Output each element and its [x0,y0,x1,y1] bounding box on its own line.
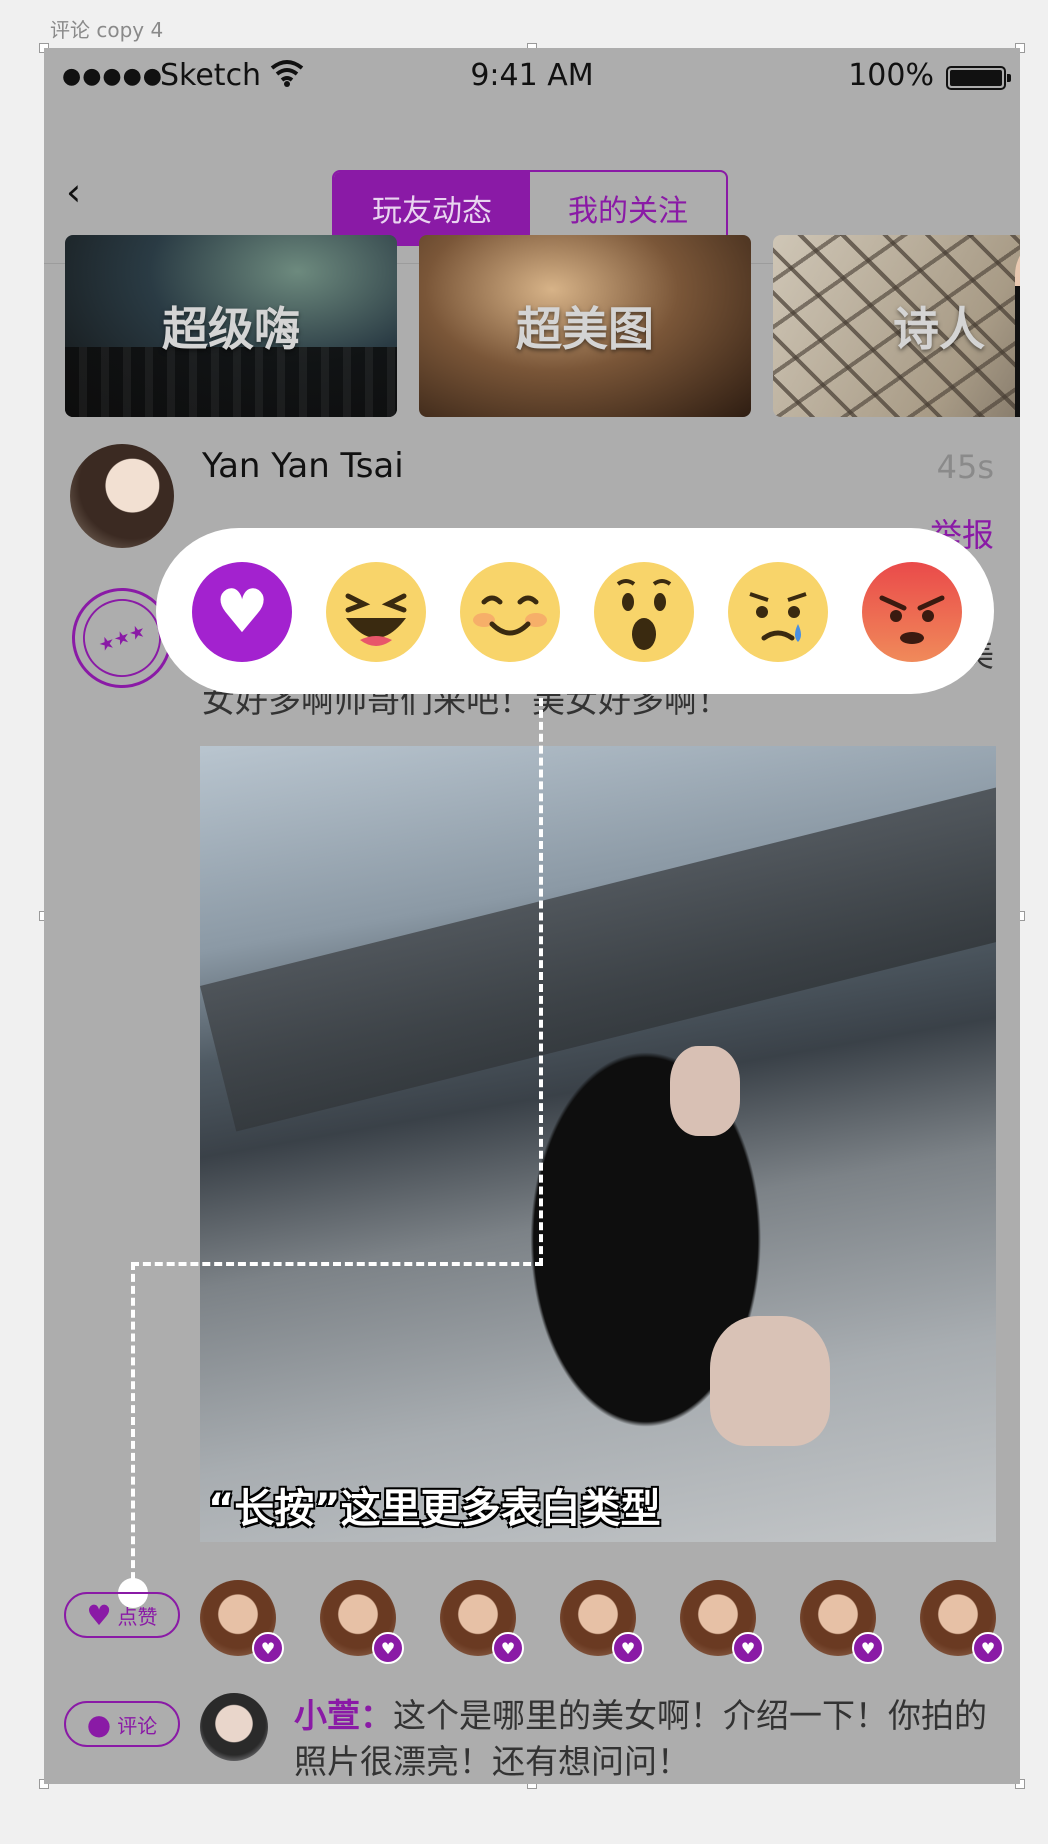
photo-caption: “长按”这里更多表白类型 [208,1486,661,1532]
comment-body: 这个是哪里的美女啊！介绍一下！你拍的照片很漂亮！还有想问问！ [294,1696,987,1781]
tab-friends-feed[interactable]: 玩友动态 [334,172,530,244]
reaction-picker: ♥ [156,528,994,694]
liker-avatar[interactable]: ♥ [800,1580,884,1664]
status-bar: ●●●●● Sketch 9:41 AM 100% [44,48,1020,108]
guide-line [131,1262,135,1592]
heart-icon: ♥ [86,1598,112,1632]
angry-reaction-icon[interactable] [862,562,962,662]
back-chevron-icon[interactable]: ‹ [66,172,106,212]
heart-badge-icon: ♥ [372,1632,404,1664]
topic-card-label: 诗人 [893,302,985,356]
sad-reaction-icon[interactable] [728,562,828,662]
heart-badge-icon: ♥ [612,1632,644,1664]
liker-avatar[interactable]: ♥ [680,1580,764,1664]
comment-label: 评论 [117,1713,158,1738]
tab-following[interactable]: 我的关注 [530,172,726,244]
heart-icon: ♥ [215,577,269,647]
heart-badge-icon: ♥ [492,1632,524,1664]
photo-legs-shape [710,1316,830,1446]
guide-line [539,698,543,1266]
battery-percent: 100% [848,58,934,93]
liker-avatar[interactable]: ♥ [560,1580,644,1664]
topic-card-label: 超级嗨 [162,302,300,356]
comment-button[interactable]: ● 评论 [64,1701,180,1747]
phone-screen: ●●●●● Sketch 9:41 AM 100% ‹ 玩友动态 我的关注 超级… [44,48,1020,1784]
heart-badge-icon: ♥ [852,1632,884,1664]
laughing-reaction-icon[interactable] [326,562,426,662]
guide-line [131,1262,543,1266]
post-author-name[interactable]: Yan Yan Tsai [202,446,404,486]
post-author-avatar[interactable] [70,444,174,548]
battery-icon [946,66,1011,90]
photo-wall-shape [200,774,996,1132]
liker-avatar[interactable]: ♥ [200,1580,284,1664]
topic-card-label: 超美图 [516,302,654,356]
topic-card-photo[interactable]: 超美图 [419,235,751,417]
heart-badge-icon: ♥ [252,1632,284,1664]
liker-avatar[interactable]: ♥ [440,1580,524,1664]
liker-avatar[interactable]: ♥ [320,1580,404,1664]
topic-carousel: 超级嗨 超美图 诗人 [65,235,1020,417]
heart-badge-icon: ♥ [972,1632,1004,1664]
sad-face-icon [749,592,807,642]
artboard-label: 评论 copy 4 [50,18,164,42]
liker-avatar[interactable]: ♥ [920,1580,1004,1664]
post-photo[interactable]: “长按”这里更多表白类型 [200,746,996,1542]
commenter-name[interactable]: 小萱： [294,1696,393,1735]
like-button[interactable]: ♥ 点赞 [64,1592,180,1638]
laughing-face-icon [345,593,407,646]
smile-reaction-icon[interactable] [460,562,560,662]
likers-row: ♥ ♥ ♥ ♥ ♥ ♥ ♥ [200,1580,1020,1664]
topic-card-poet[interactable]: 诗人 [773,235,1020,417]
love-reaction-icon[interactable]: ♥ [192,562,292,662]
wow-reaction-icon[interactable] [594,562,694,662]
heart-badge-icon: ♥ [732,1632,764,1664]
comment-text: 小萱：这个是哪里的美女啊！介绍一下！你拍的照片很漂亮！还有想问问！ [294,1693,1014,1784]
post-timestamp: 45s [936,448,994,486]
angry-face-icon [879,595,945,644]
topic-card-party[interactable]: 超级嗨 [65,235,397,417]
like-label: 点赞 [117,1604,158,1629]
photo-face-shape [670,1046,740,1136]
surprised-face-icon [616,579,672,650]
commenter-avatar[interactable] [200,1693,268,1761]
speech-bubble-icon: ● [86,1707,112,1741]
smiling-face-icon [473,595,547,636]
